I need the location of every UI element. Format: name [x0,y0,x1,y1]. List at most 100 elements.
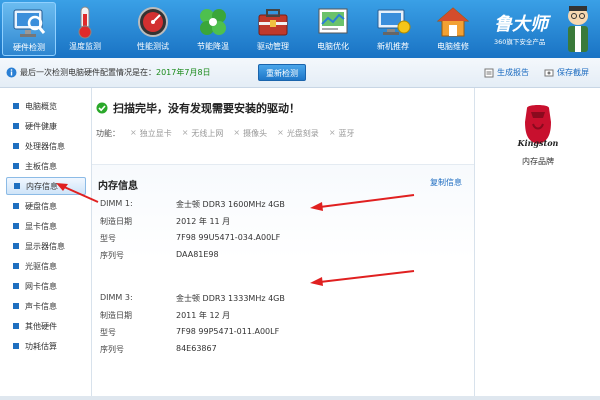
thermometer-icon [78,6,92,39]
cross-icon: × [181,128,189,137]
status-bar: 最后一次检测电脑硬件配置情况是在：2017年7月8日 重新检测 生成报告 保存截… [0,58,600,88]
bullet-icon [14,183,20,189]
cross-icon: × [233,128,241,137]
function-row: 功能： × 独立显卡 × 无线上网 × 摄像头 × 光盘刻录 × 蓝牙 [96,128,355,139]
sidebar-item-cpu[interactable]: 处理器信息 [6,137,86,155]
sidebar-item-power[interactable]: 功耗估算 [6,337,86,355]
row-key: 型号 [100,234,116,243]
mascot-icon [568,6,588,52]
cross-icon: × [328,128,336,137]
dimm1-slot-row: DIMM 1: 金士顿 DDR3 1600MHz 4GB [100,199,460,213]
info-icon [6,67,17,78]
feature-label: 光盘刻录 [286,129,319,138]
dimm1-model-row: 型号 7F98 99U5471-034.A00LF [100,233,460,247]
sidebar-item-network[interactable]: 网卡信息 [6,277,86,295]
cross-icon: × [130,128,137,137]
tab-power-saving[interactable]: 节能降温 [186,2,240,56]
dimm3-slot-row: DIMM 3: 金士顿 DDR3 1333MHz 4GB [100,293,460,307]
bullet-icon [13,163,19,169]
bullet-icon [13,123,19,129]
bullet-icon [13,203,19,209]
sidebar-item-motherboard[interactable]: 主板信息 [6,157,86,175]
tab-label: 电脑优化 [317,42,349,51]
memory-info-title: 内存信息 [98,181,138,192]
copy-info-link[interactable]: 复制信息 [430,177,462,188]
feature-webcam: × 摄像头 [233,128,267,139]
sidebar-item-label: 显示器信息 [25,241,65,251]
top-toolbar: 硬件检测 温度监测 性能测试 节能降温 驱动管理 电脑优化 新机推荐 电脑维修 … [0,0,600,58]
row-key: DIMM 3: [100,293,133,302]
save-screenshot-label: 保存截屏 [557,68,589,77]
row-value: 金士顿 DDR3 1333MHz 4GB [176,294,285,303]
bullet-icon [13,323,19,329]
bullet-icon [13,143,19,149]
row-key: 制造日期 [100,217,132,226]
sidebar-item-health[interactable]: 硬件健康 [6,117,86,135]
feature-bluetooth: × 蓝牙 [329,128,355,139]
sidebar-item-overview[interactable]: 电脑概览 [6,97,86,115]
tab-label: 节能降温 [197,42,229,51]
tab-label: 性能测试 [137,42,169,51]
check-circle-icon [96,102,108,114]
screenshot-icon [544,69,554,76]
bullet-icon [13,263,19,269]
tab-driver-management[interactable]: 驱动管理 [246,2,300,56]
sidebar-item-other[interactable]: 其他硬件 [6,317,86,335]
sidebar-item-sound[interactable]: 声卡信息 [6,297,86,315]
tab-label: 新机推荐 [377,42,409,51]
sidebar-item-optical[interactable]: 光驱信息 [6,257,86,275]
tab-temperature[interactable]: 温度监测 [58,2,112,56]
row-key: 序列号 [100,345,124,354]
sidebar-item-label: 电脑概览 [25,101,57,111]
dimm1-serial-row: 序列号 DAA81E98 [100,250,460,264]
sidebar-item-label: 光驱信息 [25,261,57,271]
sidebar-item-gpu[interactable]: 显卡信息 [6,217,86,235]
last-scan-label: 最后一次检测电脑硬件配置情况是在： [20,68,156,77]
sidebar: 电脑概览 硬件健康 处理器信息 主板信息 内存信息 硬盘信息 显卡信息 显示器信… [0,88,92,400]
dimm3-date-row: 制造日期 2011 年 12 月 [100,310,460,324]
sidebar-item-memory[interactable]: 内存信息 [6,177,86,195]
sidebar-item-display[interactable]: 显示器信息 [6,237,86,255]
memory-brand-caption: 内存品牌 [522,157,554,166]
sidebar-item-label: 硬盘信息 [25,201,57,211]
bullet-icon [13,303,19,309]
generate-report-link[interactable]: 生成报告 [484,67,529,78]
row-value: 84E63867 [176,344,217,353]
cross-icon: × [277,128,284,137]
brand-subtitle: 360旗下安全产品 [494,38,546,46]
feature-label: 独立显卡 [139,129,172,138]
tab-label: 硬件检测 [13,43,45,52]
brand-logo: 鲁大师 360旗下安全产品 [480,4,596,54]
sidebar-item-label: 其他硬件 [25,321,57,331]
main-panel: 扫描完毕，没有发现需要安装的驱动！ 功能： × 独立显卡 × 无线上网 × 摄像头 ×… [92,88,474,400]
sidebar-item-label: 声卡信息 [25,301,57,311]
tab-pc-optimize[interactable]: 电脑优化 [306,2,360,56]
computer-badge-icon [377,9,411,35]
feature-label: 无线上网 [191,129,224,138]
row-value: 2012 年 11 月 [176,217,231,226]
tab-performance[interactable]: 性能测试 [126,2,180,56]
rescan-button[interactable]: 重新检测 [258,64,306,81]
sidebar-item-label: 功耗估算 [25,341,57,351]
row-value: 7F98 99P5471-011.A00LF [176,327,280,336]
dimm3-model-row: 型号 7F98 99P5471-011.A00LF [100,327,460,341]
last-scan-date: 2017年7月8日 [156,68,211,77]
row-value: 2011 年 12 月 [176,311,231,320]
sidebar-item-disk[interactable]: 硬盘信息 [6,197,86,215]
dimm3-serial-row: 序列号 84E63867 [100,344,460,358]
feature-label: 蓝牙 [338,129,355,138]
row-value: 7F98 99U5471-034.A00LF [176,233,281,242]
bullet-icon [13,243,19,249]
tab-new-pc-recommend[interactable]: 新机推荐 [366,2,420,56]
brand-name: 鲁大师 [494,14,548,35]
report-icon [484,68,494,77]
memory-info-section: 内存信息 复制信息 DIMM 1: 金士顿 DDR3 1600MHz 4GB 制造… [92,164,474,400]
feature-wifi: × 无线上网 [182,128,224,139]
tab-hardware-detect[interactable]: 硬件检测 [2,2,56,56]
sidebar-item-label: 主板信息 [25,161,57,171]
sidebar-item-label: 处理器信息 [25,141,65,151]
dimm1-date-row: 制造日期 2012 年 11 月 [100,216,460,230]
bullet-icon [13,103,19,109]
tab-pc-repair[interactable]: 电脑维修 [426,2,480,56]
save-screenshot-link[interactable]: 保存截屏 [544,67,589,78]
